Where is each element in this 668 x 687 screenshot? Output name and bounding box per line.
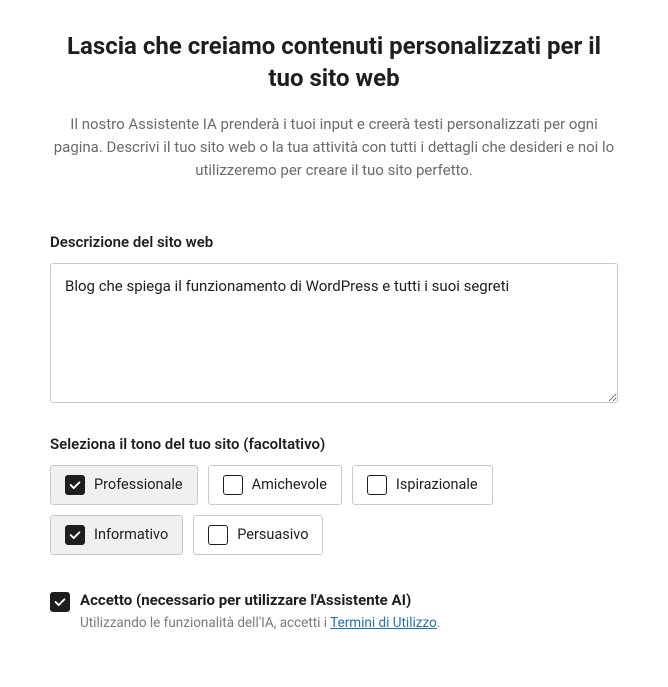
tone-option-professional[interactable]: Professionale <box>50 465 198 505</box>
page-subtitle: Il nostro Assistente IA prenderà i tuoi … <box>50 113 618 183</box>
accept-label: Accetto (necessario per utilizzare l'Ass… <box>80 591 618 609</box>
page-title: Lascia che creiamo contenuti personalizz… <box>50 30 618 95</box>
accept-sub-suffix: . <box>437 615 441 631</box>
checkbox-icon <box>367 475 387 495</box>
tone-option-label: Professionale <box>94 476 183 493</box>
checkbox-icon <box>65 475 85 495</box>
tone-options: Professionale Amichevole Ispirazionale I… <box>50 465 618 555</box>
tone-option-label: Persuasivo <box>237 526 308 543</box>
checkbox-icon <box>223 475 243 495</box>
tone-option-persuasive[interactable]: Persuasivo <box>193 515 323 555</box>
accept-checkbox[interactable] <box>50 592 70 612</box>
checkbox-icon <box>65 525 85 545</box>
accept-sub-prefix: Utilizzando le funzionalità dell'IA, acc… <box>80 615 330 631</box>
description-input[interactable] <box>50 263 618 403</box>
tone-option-label: Amichevole <box>252 476 327 493</box>
accept-row: Accetto (necessario per utilizzare l'Ass… <box>50 591 618 631</box>
tone-option-inspirational[interactable]: Ispirazionale <box>352 465 493 505</box>
tone-option-friendly[interactable]: Amichevole <box>208 465 342 505</box>
tone-option-label: Informativo <box>94 526 168 543</box>
terms-link[interactable]: Termini di Utilizzo <box>330 615 437 631</box>
tone-option-label: Ispirazionale <box>396 476 478 493</box>
tone-option-informative[interactable]: Informativo <box>50 515 183 555</box>
tone-label: Seleziona il tono del tuo sito (facoltat… <box>50 435 618 453</box>
description-label: Descrizione del sito web <box>50 233 618 251</box>
accept-subtext: Utilizzando le funzionalità dell'IA, acc… <box>80 615 618 631</box>
checkbox-icon <box>208 525 228 545</box>
